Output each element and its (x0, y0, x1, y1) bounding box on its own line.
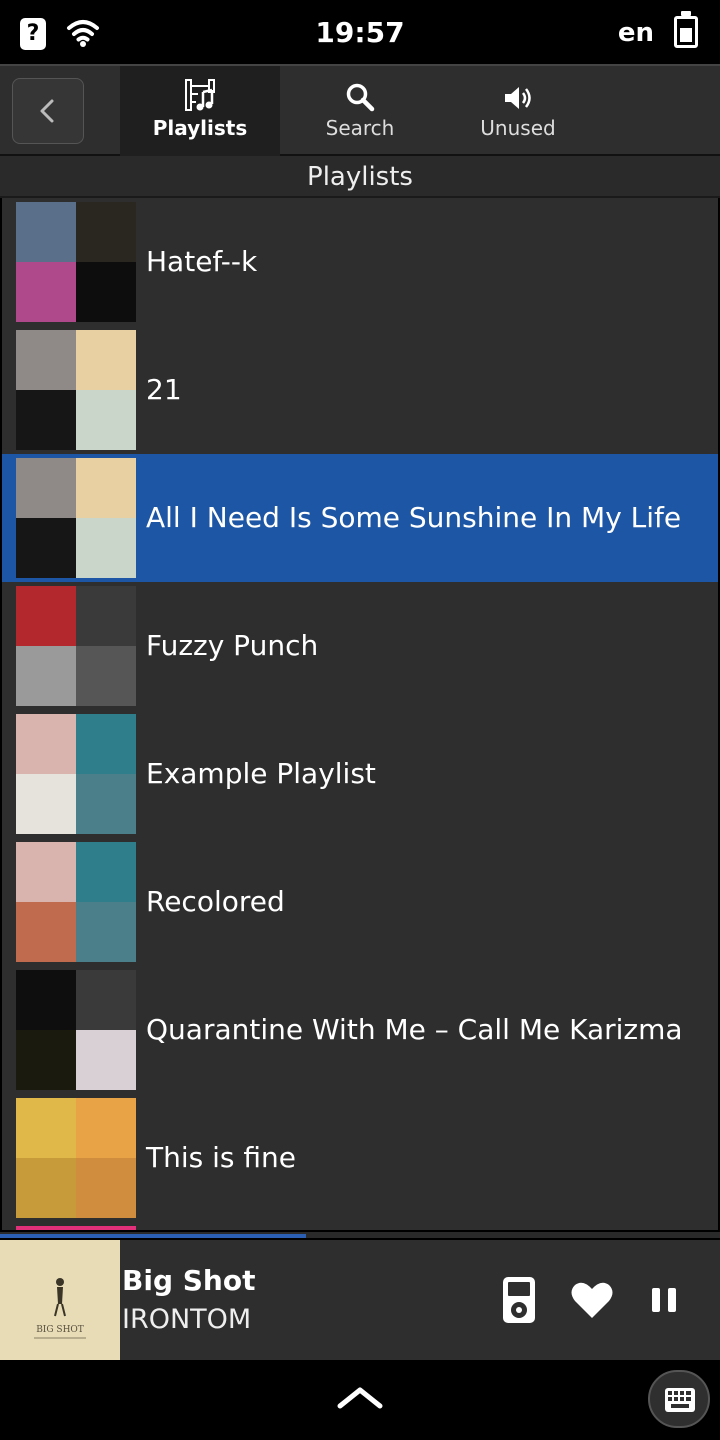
cover-tile (16, 330, 76, 390)
playlist-cover (16, 1098, 136, 1218)
cover-tile (76, 262, 136, 322)
cover-tile (16, 458, 76, 518)
keyboard-icon (665, 1388, 695, 1412)
cover-tile (76, 1158, 136, 1218)
keyboard-language: en (617, 18, 654, 48)
playlist-name: Example Playlist (146, 757, 376, 790)
cover-tile (76, 1030, 136, 1090)
playlist-cover (16, 330, 136, 450)
film-music-icon (185, 79, 215, 111)
cover-tile (76, 970, 136, 1030)
chevron-left-icon (40, 99, 54, 123)
cover-tile (16, 646, 76, 706)
track-title: Big Shot (122, 1264, 256, 1297)
now-playing-bar[interactable]: BIG SHOT Big Shot IRONTOM (0, 1240, 720, 1360)
status-bar: ? 19:57 en (0, 0, 720, 64)
playlist-cover (16, 202, 136, 322)
ipod-icon (503, 1277, 535, 1323)
tab-label: Search (325, 116, 395, 140)
cover-tile (16, 586, 76, 646)
svg-text:BIG SHOT: BIG SHOT (36, 1325, 84, 1335)
playlist-row[interactable]: Hatef--k (2, 198, 718, 326)
section-title: Playlists (0, 156, 720, 198)
search-icon (346, 83, 375, 112)
playlist-name: Quarantine With Me – Call Me Karizma (146, 1013, 683, 1046)
cover-tile (76, 458, 136, 518)
playlist-row[interactable]: Example Playlist (2, 710, 718, 838)
tab-unused[interactable]: Unused (438, 66, 598, 156)
pause-icon (652, 1288, 676, 1312)
playlist-name: Fuzzy Punch (146, 629, 319, 662)
battery-icon (674, 11, 698, 48)
cover-tile (76, 646, 136, 706)
tab-search[interactable]: Search (280, 66, 440, 156)
playlist-row[interactable]: Fuzzy Punch (2, 582, 718, 710)
cover-tile (16, 1030, 76, 1090)
cover-tile (76, 390, 136, 450)
cover-tile (16, 714, 76, 774)
expand-button[interactable] (336, 1384, 384, 1416)
progress-bar (0, 1234, 306, 1238)
playlist-name: All I Need Is Some Sunshine In My Life (146, 501, 682, 534)
heart-icon (571, 1282, 613, 1318)
cover-tile (76, 586, 136, 646)
cover-tile (16, 774, 76, 834)
tab-playlists[interactable]: Playlists (120, 66, 280, 156)
clock: 19:57 (315, 16, 405, 49)
playlist-row[interactable]: All I Need Is Some Sunshine In My Life (2, 454, 718, 582)
cover-tile (76, 902, 136, 962)
playlist-name: This is fine (146, 1141, 296, 1174)
device-button[interactable] (502, 1276, 536, 1328)
cover-tile (16, 902, 76, 962)
album-art: BIG SHOT (0, 1240, 120, 1360)
speaker-icon (505, 87, 531, 109)
cover-tile (16, 842, 76, 902)
playlist-cover (16, 970, 136, 1090)
playlist-cover (16, 842, 136, 962)
bottom-bar (0, 1360, 720, 1440)
playlist-cover (16, 714, 136, 834)
playlist-row[interactable]: Recolored (2, 838, 718, 966)
playlist-name: Recolored (146, 885, 285, 918)
playlist-name: Hatef--k (146, 245, 258, 278)
cover-tile (16, 970, 76, 1030)
cover-tile (76, 774, 136, 834)
cover-tile (16, 518, 76, 578)
playlist-row[interactable]: Quarantine With Me – Call Me Karizma (2, 966, 718, 1094)
cover-tile (16, 390, 76, 450)
tab-label: Unused (480, 116, 556, 140)
album-art-image: BIG SHOT (0, 1240, 120, 1360)
cover-tile (76, 714, 136, 774)
cover-tile (16, 1098, 76, 1158)
playlist-cover-peek (16, 1226, 136, 1230)
cover-tile (76, 518, 136, 578)
playlist-row[interactable]: 21 (2, 326, 718, 454)
playlist-list[interactable]: Hatef--k 21 All I Need Is Some Sunshine … (2, 198, 718, 1230)
cover-tile (16, 202, 76, 262)
back-button[interactable] (12, 78, 84, 144)
playlist-cover (16, 458, 136, 578)
cover-tile (76, 202, 136, 262)
cover-tile (76, 330, 136, 390)
keyboard-button[interactable] (648, 1370, 710, 1428)
playlist-cover (16, 586, 136, 706)
cover-tile (76, 842, 136, 902)
cover-tile (16, 262, 76, 322)
playlist-name: 21 (146, 373, 182, 406)
chevron-up-icon (337, 1387, 383, 1409)
pause-button[interactable] (650, 1286, 678, 1318)
cover-tile (76, 1098, 136, 1158)
favorite-button[interactable] (570, 1280, 614, 1324)
tab-label: Playlists (152, 116, 248, 140)
header-bar: Playlists Search Unused (0, 64, 720, 156)
cover-tile (16, 1158, 76, 1218)
playlist-row[interactable]: This is fine (2, 1094, 718, 1222)
track-artist: IRONTOM (122, 1304, 252, 1335)
